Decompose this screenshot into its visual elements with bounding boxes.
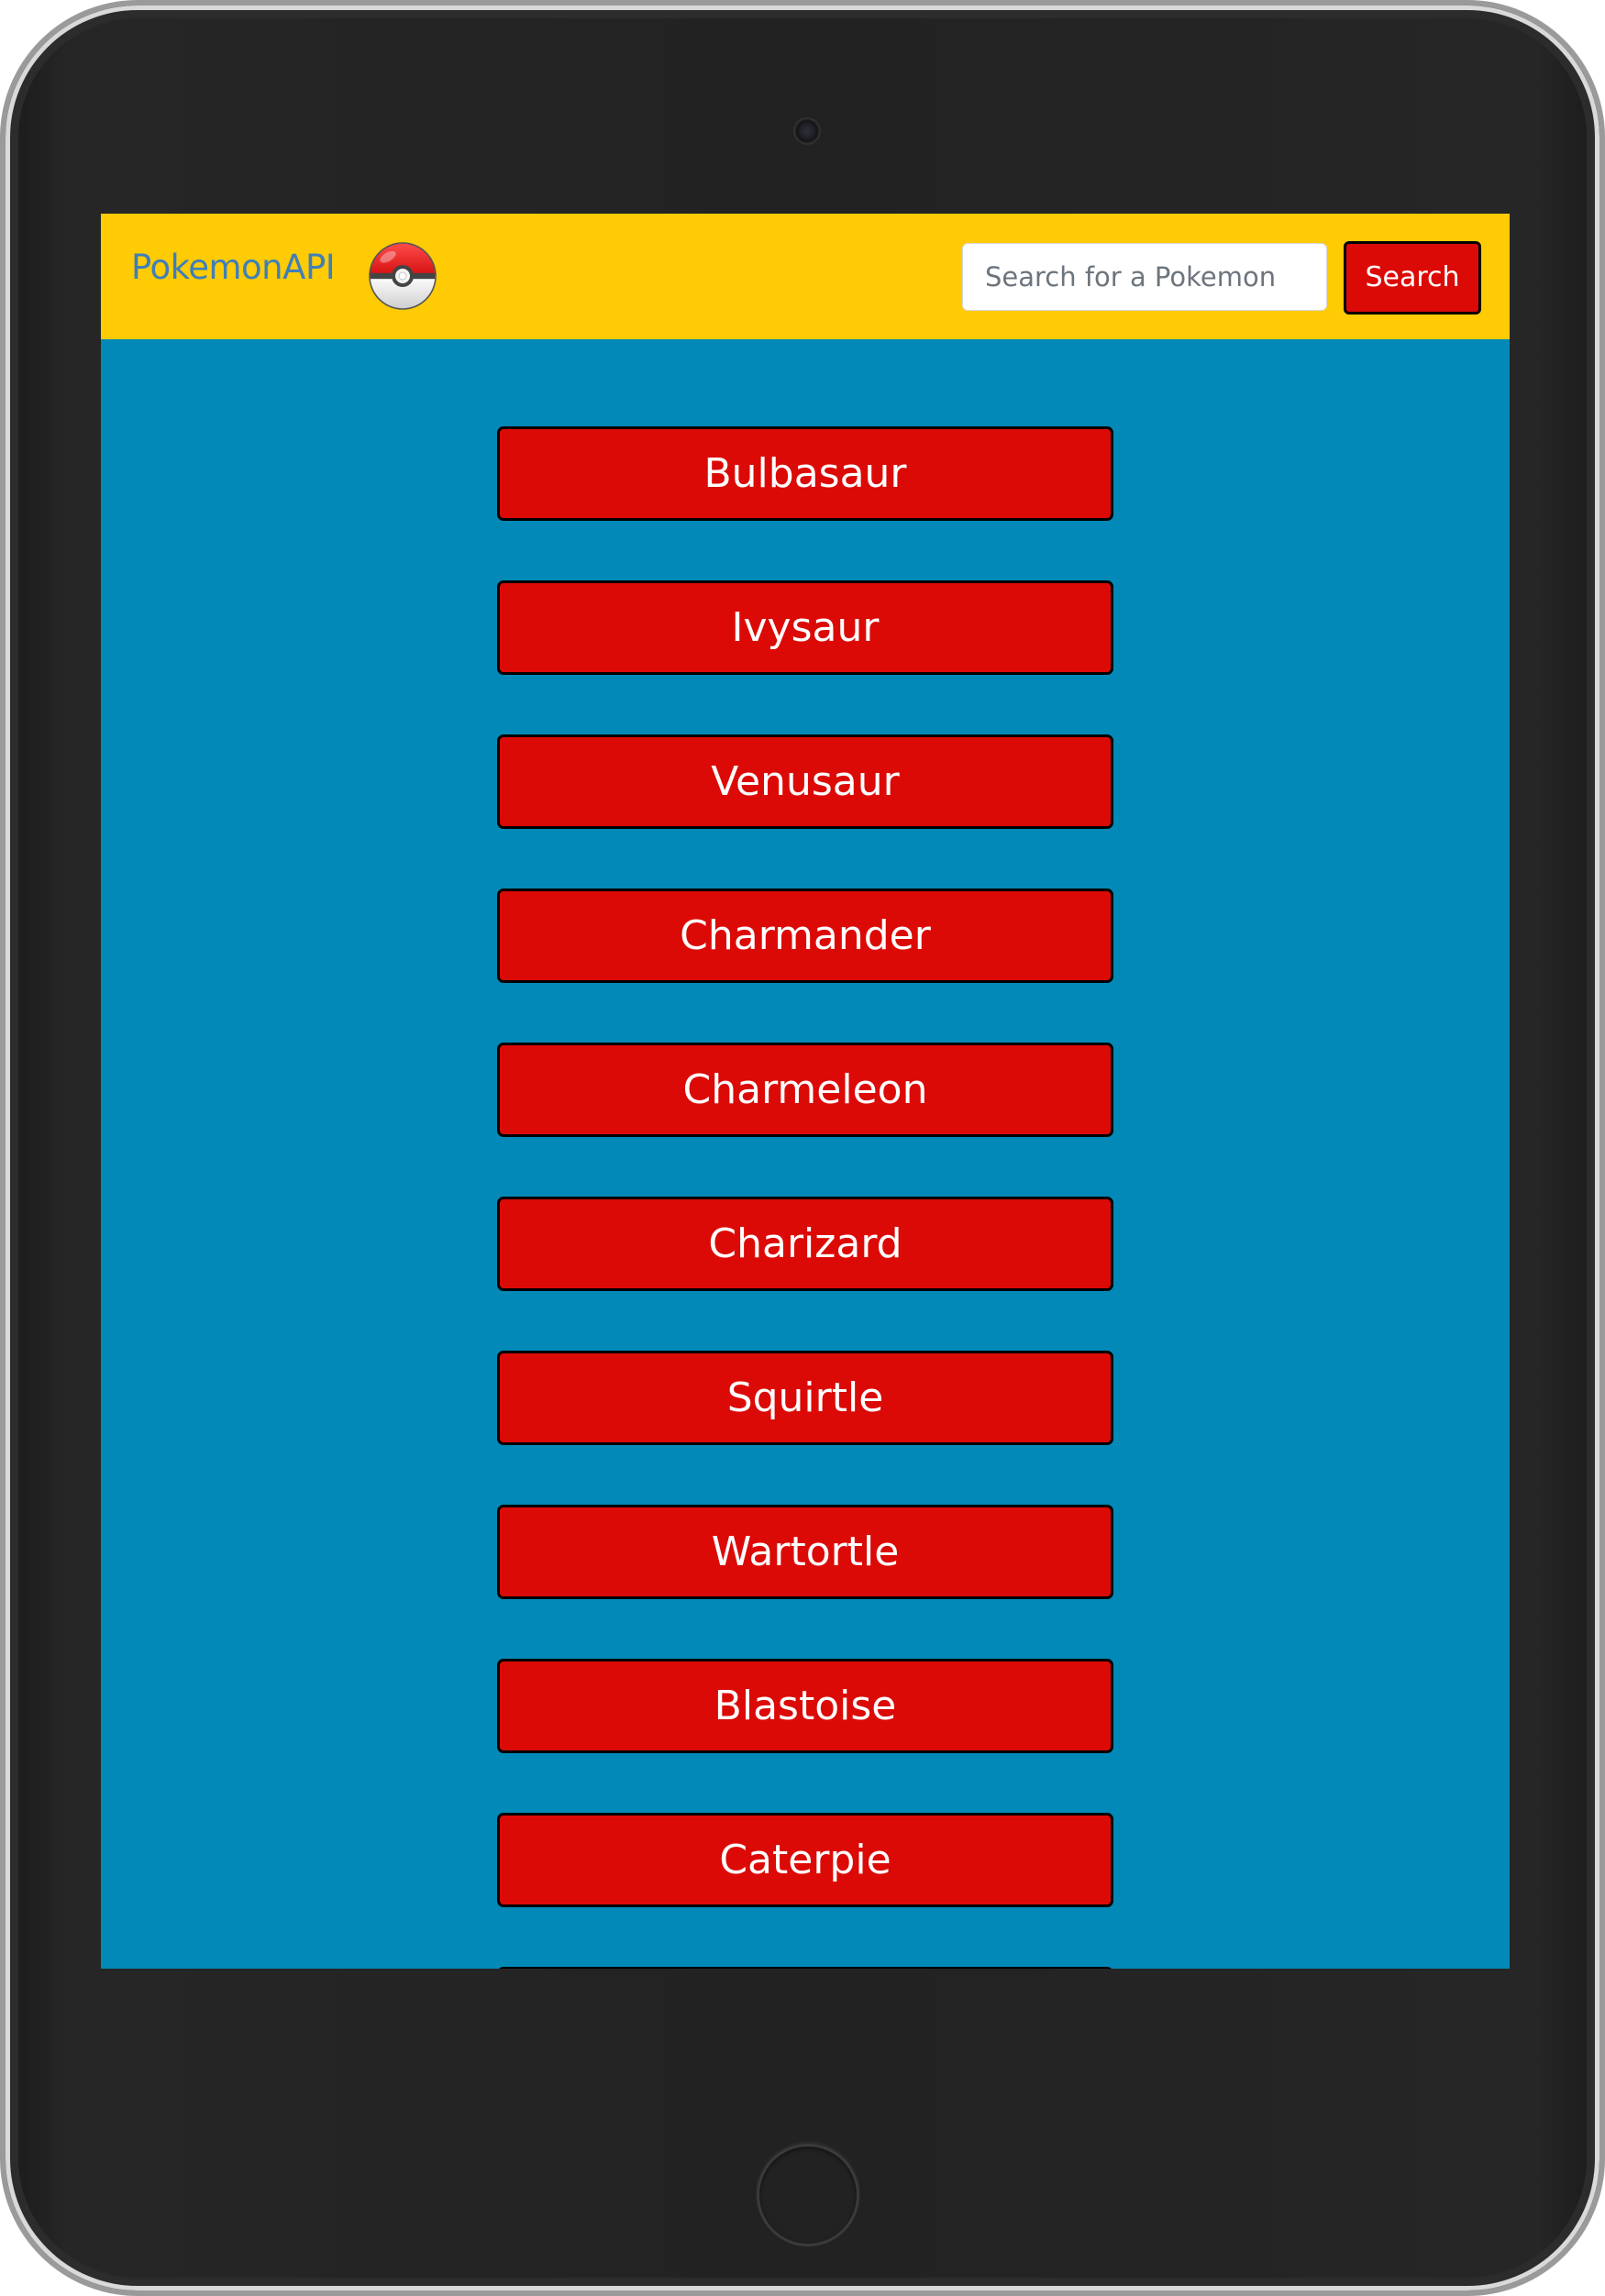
- pokemon-button-squirtle[interactable]: Squirtle: [497, 1351, 1113, 1445]
- camera-icon: [795, 119, 819, 143]
- search-button[interactable]: Search: [1344, 241, 1481, 315]
- brand-link[interactable]: PokemonAPI: [131, 250, 336, 284]
- pokemon-button-metapod[interactable]: Metapod: [497, 1967, 1113, 1969]
- navbar: PokemonAPI Search for a Pokemon Search: [101, 214, 1510, 339]
- app-screen: PokemonAPI Search for a Pokemon Search B…: [101, 214, 1510, 1969]
- pokemon-button-charmander[interactable]: Charmander: [497, 889, 1113, 983]
- tablet-frame: PokemonAPI Search for a Pokemon Search B…: [0, 0, 1605, 2296]
- pokemon-button-charmeleon[interactable]: Charmeleon: [497, 1043, 1113, 1137]
- pokeball-icon: [369, 242, 437, 310]
- pokemon-button-venusaur[interactable]: Venusaur: [497, 734, 1113, 829]
- pokemon-button-wartortle[interactable]: Wartortle: [497, 1505, 1113, 1599]
- pokemon-button-bulbasaur[interactable]: Bulbasaur: [497, 426, 1113, 521]
- pokemon-button-charizard[interactable]: Charizard: [497, 1197, 1113, 1291]
- pokemon-button-blastoise[interactable]: Blastoise: [497, 1659, 1113, 1753]
- home-button[interactable]: [757, 2144, 859, 2246]
- search-input[interactable]: [962, 243, 1327, 311]
- pokemon-button-caterpie[interactable]: Caterpie: [497, 1813, 1113, 1907]
- pokemon-list: Bulbasaur Ivysaur Venusaur Charmander Charme…: [497, 426, 1113, 1969]
- pokemon-button-ivysaur[interactable]: Ivysaur: [497, 580, 1113, 675]
